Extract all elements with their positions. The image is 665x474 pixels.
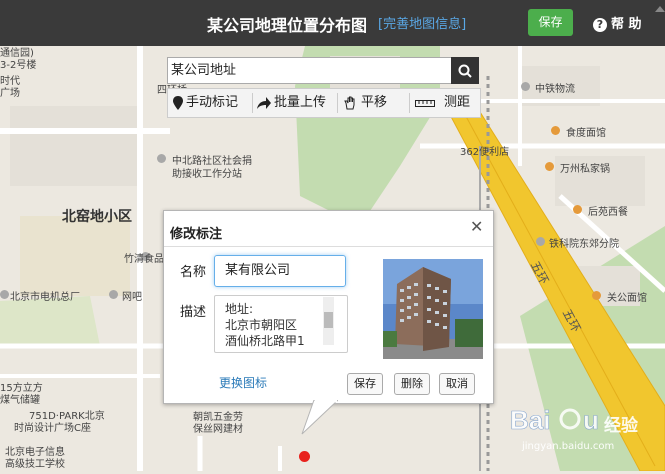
map-label: 煤气储罐: [0, 395, 40, 406]
batch-upload-tool[interactable]: 批量上传: [257, 89, 326, 117]
tool-label: 平移: [361, 95, 388, 110]
pin-icon: [173, 95, 183, 110]
map-label: 广场: [0, 88, 20, 99]
tool-label: 手动标记: [186, 95, 239, 110]
share-arrow-icon: [257, 96, 271, 109]
company-photo: [383, 259, 483, 359]
map-label: 保丝网建材: [193, 424, 243, 435]
search-input[interactable]: 某公司地址: [167, 57, 455, 84]
map-label: 关公面馆: [607, 293, 647, 304]
dialog-delete-button[interactable]: 删除: [394, 373, 430, 395]
poi-icon: [521, 82, 530, 91]
complete-map-info-link[interactable]: [完善地图信息]: [378, 13, 466, 32]
watermark-url: jingyan.baidu.com: [522, 441, 615, 452]
map-label: 北京市电机总厂: [10, 292, 80, 303]
map-label: 助接收工作分站: [172, 169, 242, 180]
save-button[interactable]: 保存: [528, 9, 573, 36]
divider: [252, 93, 253, 113]
measure-tool[interactable]: 测距: [415, 89, 470, 117]
map-label: 竹清食品: [124, 254, 164, 265]
map-label: 3-2号楼: [0, 60, 37, 71]
map-label: 铁科院东郊分院: [549, 239, 619, 250]
map-label: 高级技工学校: [5, 459, 65, 470]
poi-icon: [545, 162, 554, 171]
top-bar: 某公司地理位置分布图 [完善地图信息] 保存 ? 帮 助: [0, 0, 665, 46]
help-label: 帮 助: [611, 17, 642, 32]
map-label: 后苑西餐: [588, 207, 628, 218]
ruler-icon: [415, 99, 435, 107]
search-bar: 某公司地址: [167, 57, 479, 84]
map-label: 网吧: [122, 292, 142, 303]
close-icon[interactable]: ✕: [470, 217, 483, 236]
map-label: 北窑地小区: [62, 209, 132, 225]
search-button[interactable]: [451, 57, 479, 84]
corner-icon: [655, 6, 665, 12]
name-label: 名称: [180, 265, 207, 280]
map-label: 食度面馆: [566, 128, 606, 139]
help-icon: ?: [593, 18, 607, 32]
dialog-save-button[interactable]: 保存: [347, 373, 383, 395]
map-label: 中铁物流: [535, 84, 575, 95]
hand-icon: [344, 96, 355, 109]
change-icon-link[interactable]: 更换图标: [219, 374, 267, 391]
tool-label: 测距: [444, 95, 471, 110]
description-scrollbar[interactable]: [323, 297, 334, 345]
divider: [337, 93, 338, 113]
scrollbar-thumb[interactable]: [324, 312, 333, 328]
dialog-pointer: [301, 400, 338, 435]
map-toolbar: 手动标记 批量上传 平移 测距: [167, 88, 481, 118]
baidu-watermark: Bai u 经验 jingyan.baidu.com: [500, 395, 660, 458]
watermark-text: 经验: [604, 416, 638, 436]
poi-icon: [109, 290, 118, 299]
dialog-cancel-button[interactable]: 取消: [439, 373, 475, 395]
map-label: 时尚设计广场C座: [14, 423, 91, 434]
description-label: 描述: [180, 305, 207, 320]
poi-icon: [592, 291, 601, 300]
help-button[interactable]: ? 帮 助: [593, 13, 642, 32]
page-title: 某公司地理位置分布图: [207, 16, 368, 35]
manual-mark-tool[interactable]: 手动标记: [173, 89, 238, 117]
edit-marker-dialog: 修改标注 ✕ 名称 某有限公司 描述 地址: 北京市朝阳区 酒仙桥北路甲1 更换…: [163, 210, 494, 404]
poi-icon: [536, 237, 545, 246]
name-input[interactable]: 某有限公司: [214, 255, 346, 287]
svg-text:Bai: Bai: [510, 405, 550, 435]
map-marker[interactable]: [299, 451, 310, 462]
map-label: 万州私家锅: [560, 164, 610, 175]
tool-label: 批量上传: [274, 95, 327, 110]
poi-icon: [551, 126, 560, 135]
dialog-title: 修改标注: [170, 227, 223, 242]
divider: [164, 246, 493, 247]
search-icon: [458, 64, 472, 78]
map-label: 362便利店: [460, 147, 510, 158]
poi-icon: [573, 205, 582, 214]
divider: [409, 93, 410, 113]
poi-icon: [157, 154, 166, 163]
svg-text:u: u: [583, 405, 599, 435]
pan-tool[interactable]: 平移: [344, 89, 387, 117]
poi-icon: [0, 290, 9, 299]
